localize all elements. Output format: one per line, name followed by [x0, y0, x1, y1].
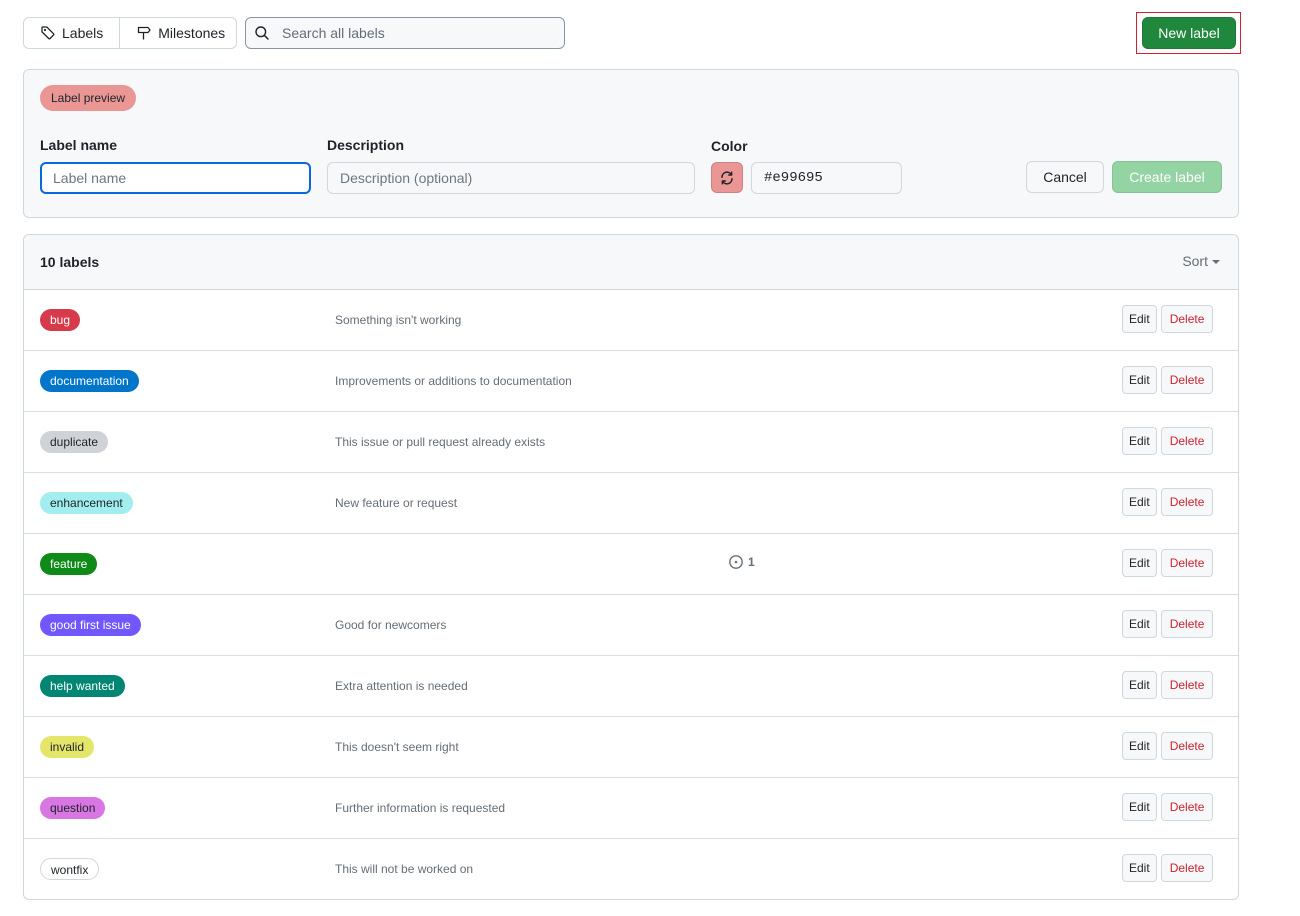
search-box[interactable]	[245, 17, 565, 49]
nav-milestones-text: Milestones	[158, 25, 226, 41]
issue-opened-icon	[729, 555, 743, 569]
label-actions: Edit Delete	[1122, 610, 1214, 638]
random-color-button[interactable]	[711, 162, 743, 193]
search-input[interactable]	[280, 24, 564, 42]
top-bar: Labels Milestones New label	[23, 12, 1242, 54]
label-pill[interactable]: good first issue	[40, 614, 141, 636]
label-row: documentation Improvements or additions t…	[24, 351, 1238, 412]
label-pill[interactable]: wontfix	[40, 858, 100, 880]
delete-button[interactable]: Delete	[1160, 549, 1214, 577]
open-issues-count: 1	[748, 555, 755, 569]
label-name-heading: Label name	[40, 137, 118, 153]
description-heading: Description	[327, 137, 405, 153]
sort-dropdown[interactable]: Sort	[1182, 253, 1220, 269]
label-row: bug Something isn't working Edit Delete	[24, 290, 1238, 351]
labels-rows: bug Something isn't working Edit Delete docu…	[24, 290, 1238, 899]
label-row: duplicate This issue or pull request alre…	[24, 412, 1238, 473]
delete-button[interactable]: Delete	[1160, 610, 1214, 638]
new-label-button[interactable]: New label	[1142, 17, 1236, 49]
label-description: Something isn't working	[335, 313, 462, 327]
label-name-input[interactable]	[40, 162, 311, 194]
sort-text: Sort	[1182, 253, 1208, 269]
delete-button[interactable]: Delete	[1160, 488, 1214, 516]
label-pill[interactable]: bug	[40, 309, 81, 331]
label-row: question Further information is requested…	[24, 778, 1238, 839]
description-input[interactable]	[327, 162, 695, 194]
label-preview: Label preview	[40, 85, 137, 111]
label-actions: Edit Delete	[1122, 793, 1214, 821]
label-row: feature 1 Edit Delete	[24, 534, 1238, 595]
label-description: Extra attention is needed	[335, 679, 468, 693]
edit-button[interactable]: Edit	[1122, 610, 1157, 638]
new-label-highlight: New label	[1136, 12, 1241, 54]
label-description: Good for newcomers	[335, 618, 447, 632]
label-row: good first issue Good for newcomers Edit De…	[24, 595, 1238, 656]
tag-icon	[41, 26, 55, 40]
edit-button[interactable]: Edit	[1122, 671, 1157, 699]
create-label-button[interactable]: Create label	[1112, 161, 1222, 193]
delete-button[interactable]: Delete	[1160, 854, 1214, 882]
search-icon	[255, 26, 269, 40]
label-pill[interactable]: duplicate	[40, 431, 109, 453]
labels-list: 10 labels Sort bug Something isn't workin…	[23, 234, 1239, 900]
labels-count: 10 labels	[40, 254, 100, 270]
label-pill[interactable]: question	[40, 797, 106, 819]
nav-labels[interactable]: Labels	[24, 18, 119, 48]
label-actions: Edit Delete	[1122, 488, 1214, 516]
delete-button[interactable]: Delete	[1160, 671, 1214, 699]
caret-down-icon	[1212, 260, 1220, 264]
cancel-button[interactable]: Cancel	[1026, 161, 1104, 193]
label-pill[interactable]: enhancement	[40, 492, 133, 514]
labels-list-header: 10 labels Sort	[24, 235, 1238, 290]
label-actions: Edit Delete	[1122, 427, 1214, 455]
label-row: help wanted Extra attention is needed Edit…	[24, 656, 1238, 717]
edit-button[interactable]: Edit	[1122, 488, 1157, 516]
edit-button[interactable]: Edit	[1122, 305, 1157, 333]
open-issues-link[interactable]: 1	[728, 554, 755, 570]
label-actions: Edit Delete	[1122, 732, 1214, 760]
delete-button[interactable]: Delete	[1160, 793, 1214, 821]
delete-button[interactable]: Delete	[1160, 732, 1214, 760]
label-actions: Edit Delete	[1122, 854, 1214, 882]
edit-button[interactable]: Edit	[1122, 427, 1157, 455]
label-pill[interactable]: documentation	[40, 370, 139, 392]
label-actions: Edit Delete	[1122, 549, 1214, 577]
label-row: enhancement New feature or request Edit Del…	[24, 473, 1238, 534]
label-row: invalid This doesn't seem right Edit Delete	[24, 717, 1238, 778]
milestone-icon	[138, 26, 151, 40]
color-heading: Color	[711, 138, 748, 154]
label-description: Further information is requested	[335, 801, 506, 815]
label-pill[interactable]: help wanted	[40, 675, 125, 697]
label-description: New feature or request	[335, 496, 458, 510]
edit-button[interactable]: Edit	[1122, 793, 1157, 821]
label-description: This doesn't seem right	[335, 740, 459, 754]
label-row: wontfix This will not be worked on Edit Del…	[24, 839, 1238, 899]
labels-milestones-nav: Labels Milestones	[23, 17, 237, 49]
edit-button[interactable]: Edit	[1122, 549, 1157, 577]
label-pill[interactable]: invalid	[40, 736, 95, 758]
delete-button[interactable]: Delete	[1160, 366, 1214, 394]
label-actions: Edit Delete	[1122, 305, 1214, 333]
edit-button[interactable]: Edit	[1122, 732, 1157, 760]
delete-button[interactable]: Delete	[1160, 427, 1214, 455]
label-description: Improvements or additions to documentati…	[335, 374, 572, 388]
sync-icon	[721, 170, 733, 185]
label-actions: Edit Delete	[1122, 671, 1214, 699]
label-pill[interactable]: feature	[40, 553, 98, 575]
edit-button[interactable]: Edit	[1122, 366, 1157, 394]
label-actions: Edit Delete	[1122, 366, 1214, 394]
nav-labels-text: Labels	[62, 25, 104, 41]
delete-button[interactable]: Delete	[1160, 305, 1214, 333]
edit-button[interactable]: Edit	[1122, 854, 1157, 882]
label-description: This issue or pull request already exist…	[335, 435, 546, 449]
label-description: This will not be worked on	[335, 862, 474, 876]
color-hex-input[interactable]	[751, 162, 902, 194]
nav-milestones[interactable]: Milestones	[119, 18, 236, 48]
new-label-form: Label preview Label name Description Col…	[23, 69, 1239, 218]
